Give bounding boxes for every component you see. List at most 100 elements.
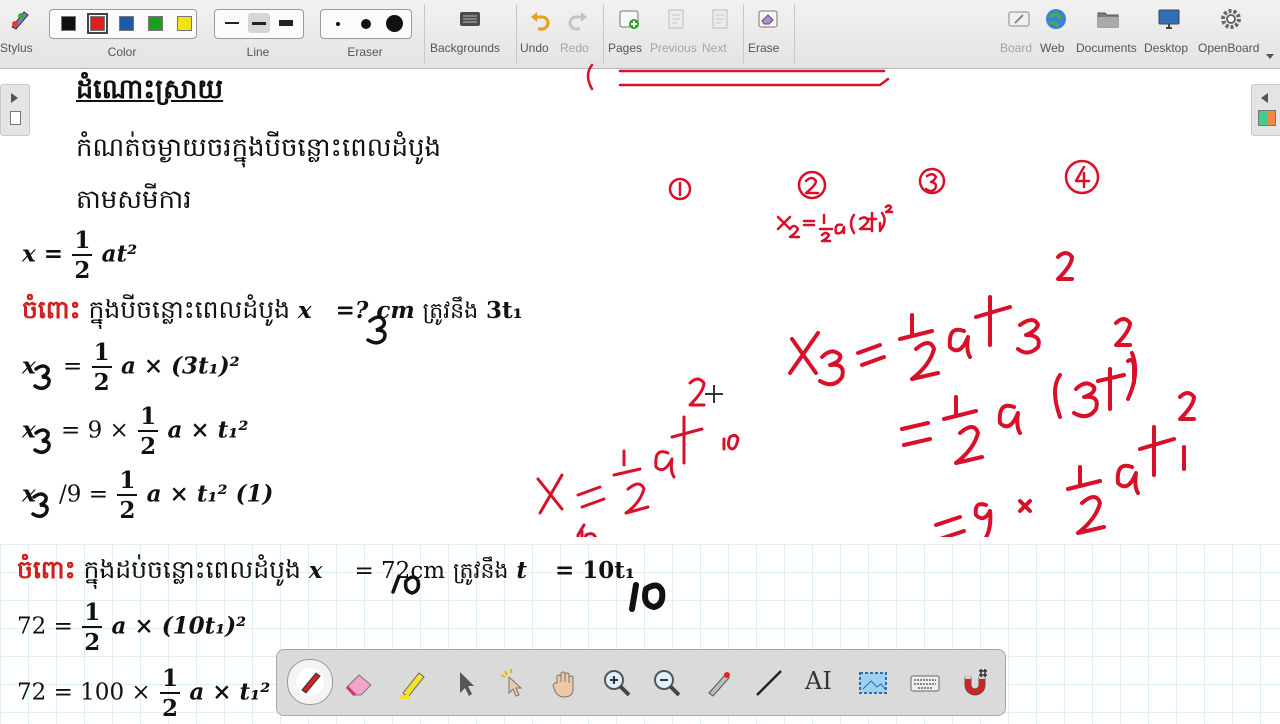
add-page-icon [619,10,639,29]
eraser-group: Eraser [318,0,412,68]
next-label: Next [702,41,727,55]
stylus-label: Stylus [0,41,33,55]
board-icon [1008,11,1030,27]
backgrounds-button[interactable]: Backgrounds [430,0,510,68]
eraser-tool[interactable] [337,661,377,701]
desktop-label: Desktop [1144,41,1189,55]
keyboard-tool[interactable] [903,661,943,701]
laser-pointer-icon [708,672,730,697]
step-pre: = 100 × [53,679,151,706]
magnet-icon [964,669,987,696]
color-label: Color [107,45,137,59]
undo-icon [531,12,550,31]
color-palette [49,9,197,39]
toolbar-divider [603,4,604,64]
step-post: a × t₁² [189,678,271,706]
ink-subscript-3 [33,364,51,390]
selector-tool[interactable] [443,661,483,701]
erase-label: Erase [748,41,780,55]
toolbar-overflow-arrow[interactable] [1266,54,1274,59]
magnet-tool[interactable] [953,661,993,701]
eraser-large-button[interactable] [386,15,403,32]
ink-top-note [776,204,894,243]
hand-icon [552,671,574,698]
fraction-denominator: 2 [161,695,178,722]
toolbar-divider [794,4,795,64]
step-2-2: 72 = 100 × 12 a × t₁² [17,667,270,720]
ink-subscript-3 [33,428,51,454]
ink-top-bracket [586,63,890,91]
line-medium-button[interactable] [248,13,270,33]
redo-label: Redo [560,41,589,55]
eraser-small-button[interactable] [336,22,340,26]
line-width-selector [214,9,304,39]
board-label: Board [1000,41,1033,55]
zoom-in-tool[interactable] [595,661,635,701]
capture-icon [859,672,887,694]
gear-icon [1221,9,1241,29]
line-thin-button[interactable] [221,13,243,33]
toolbar-divider [743,4,744,64]
zoom-out-tool[interactable] [645,661,685,701]
text-tool[interactable]: AI [799,661,839,701]
color-swatch[interactable] [61,16,76,31]
monitor-icon [1158,9,1180,29]
backgrounds-icon [460,12,480,26]
hand-tool[interactable] [543,661,583,701]
documents-label: Documents [1076,41,1137,55]
laser-pointer-tool[interactable] [697,661,737,701]
marker-icon [399,672,425,699]
stylus-icon [11,11,29,30]
color-group: Color [46,0,198,68]
capture-tool[interactable] [851,661,891,701]
marker-tool[interactable] [391,661,431,701]
red-ink-annotations [536,63,1196,537]
next-page-icon [712,9,728,29]
step-lhs: 72 [17,679,47,706]
fraction-denominator: 2 [84,629,101,656]
folder-icon [1097,12,1119,28]
line-tool[interactable] [747,661,787,701]
board-page[interactable]: ដំណោះស្រាយ កំណត់ចម្ងាយចរក្នុងបីចន្លោះពេល… [0,63,1280,724]
text-icon: AI [805,667,832,695]
ink-subscript-10 [629,582,666,612]
web-label: Web [1040,41,1065,55]
eraser-medium-button[interactable] [361,19,371,29]
ink-main-eq-line-2 [900,317,1138,465]
erase-page-icon [758,10,778,28]
line-thick-button[interactable] [275,13,297,33]
globe-icon [1046,9,1066,29]
ink-subscript-3 [366,315,387,345]
zoom-in-icon [604,670,631,697]
eraser-icon [345,674,372,697]
ink-subscript-3 [31,492,49,518]
interact-tool[interactable] [491,661,531,701]
toolbar-divider [516,4,517,64]
ink-main-eq-line-1 [788,251,1074,387]
color-swatch[interactable] [119,16,134,31]
color-swatch[interactable] [148,16,163,31]
eraser-size-selector [320,9,412,39]
previous-label: Previous [650,41,697,55]
fraction: 12 [159,665,180,722]
color-swatch[interactable] [87,13,108,34]
line-group: Line [212,0,304,68]
pen-tool[interactable] [287,659,333,705]
pen-icon [296,668,324,696]
stylus-button[interactable]: Stylus [0,0,40,68]
toolbar-divider [424,4,425,64]
backgrounds-label: Backgrounds [430,41,501,55]
line-icon [756,670,782,696]
ink-circle-4 [1064,159,1100,195]
ink-main-eq-line-3 [934,391,1196,537]
openboard-label: OpenBoard [1198,41,1260,55]
undo-label: Undo [520,41,549,55]
zoom-out-icon [654,670,681,697]
selector-icon [460,672,474,696]
fraction-numerator: 1 [159,665,180,694]
color-swatch[interactable] [177,16,192,31]
crosshair-cursor [705,385,723,403]
line-label: Line [246,45,270,59]
interact-icon [500,669,523,697]
ink-subscript-10 [391,574,421,595]
